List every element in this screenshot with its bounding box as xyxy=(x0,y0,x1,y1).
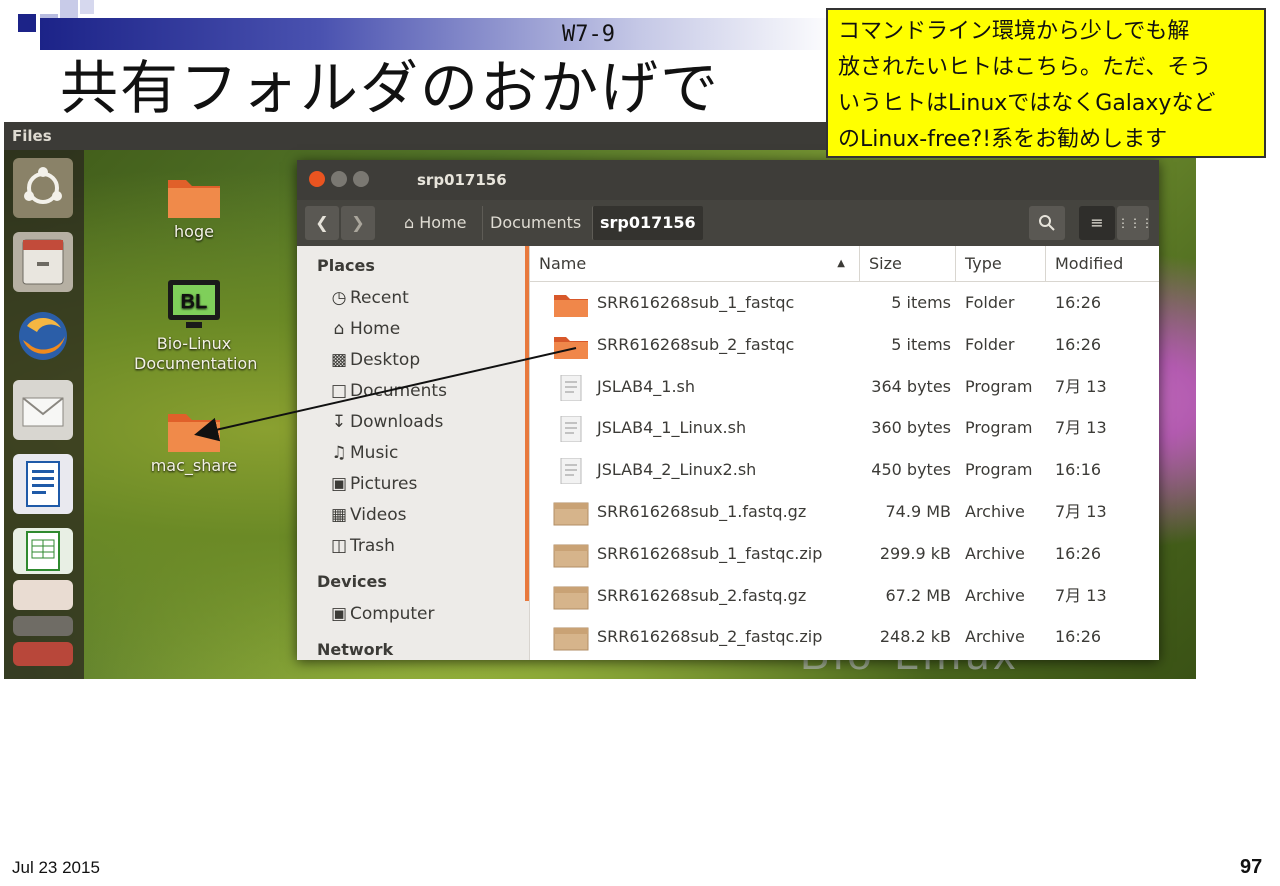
decor-square xyxy=(18,14,36,32)
callout-line: のLinux-free?!系をお勧めします xyxy=(838,127,1168,152)
callout-line: いうヒトはLinuxではなくGalaxyなど xyxy=(838,91,1216,116)
annotation-arrow xyxy=(194,347,577,442)
slide-date: Jul 23 2015 xyxy=(12,858,100,877)
header-bar xyxy=(40,18,840,50)
callout-note: コマンドライン環境から少しでも解 放されたいヒトはこちら。ただ、そう いうヒトは… xyxy=(826,8,1266,158)
callout-line: コマンドライン環境から少しでも解 xyxy=(838,19,1190,44)
slide-id: W7-9 xyxy=(562,22,615,47)
decor-square xyxy=(60,0,78,18)
callout-line: 放されたいヒトはこちら。ただ、そう xyxy=(838,55,1212,80)
slide-title: 共有フォルダのおかげで xyxy=(60,54,721,122)
decor-square xyxy=(80,0,94,14)
desktop-screenshot: Files hoge BL Bio-Linux Documentation ma… xyxy=(4,122,1196,679)
slide-page-number: 97 xyxy=(1240,856,1263,878)
